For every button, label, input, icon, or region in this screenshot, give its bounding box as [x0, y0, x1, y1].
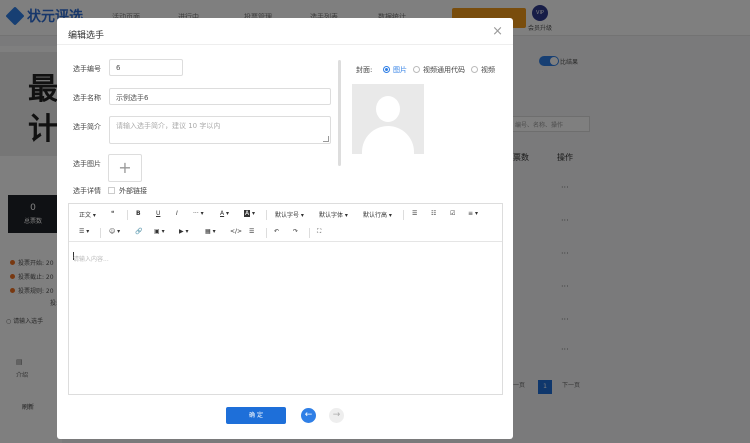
- cover-label: 封面:: [356, 66, 373, 74]
- image-upload-button[interactable]: +: [108, 154, 142, 182]
- undo-icon[interactable]: ↶: [274, 228, 279, 235]
- align-icon[interactable]: ≡ ▾: [468, 210, 478, 217]
- prev-arrow-icon[interactable]: ←: [301, 408, 316, 423]
- avatar-body-icon: [362, 126, 414, 154]
- next-arrow-icon[interactable]: →: [329, 408, 344, 423]
- link-icon[interactable]: 🔗: [135, 228, 142, 235]
- font-family-select[interactable]: 默认字体 ▾: [319, 210, 348, 219]
- indent-icon[interactable]: ☰ ▾: [79, 228, 89, 235]
- cover-radio-video-code[interactable]: [413, 66, 420, 73]
- table-icon[interactable]: ▦ ▾: [205, 228, 216, 235]
- bold-icon[interactable]: B: [136, 210, 141, 217]
- bullet-list-icon[interactable]: ☰: [412, 210, 417, 217]
- cover-radio-video[interactable]: [471, 66, 478, 73]
- paragraph-format-select[interactable]: 正文 ▾: [79, 210, 96, 219]
- fullscreen-icon[interactable]: ⛶: [317, 228, 321, 236]
- cover-option-video[interactable]: 视频: [481, 65, 495, 75]
- toolbar-divider: [266, 228, 267, 238]
- cover-option-image[interactable]: 图片: [393, 65, 407, 75]
- editor-placeholder[interactable]: 请输入内容...: [73, 254, 109, 263]
- detail-label: 选手详情: [73, 187, 101, 195]
- editor-toolbar: 正文 ▾ ❝ B U I ··· ▾ A ▾ A ▾ 默认字号 ▾ 默认字体 ▾…: [69, 204, 502, 242]
- divider-line-icon[interactable]: ☰: [249, 228, 254, 235]
- name-label: 选手名称: [73, 94, 101, 102]
- font-color-icon[interactable]: A ▾: [220, 210, 229, 217]
- form-scrollbar[interactable]: [338, 60, 341, 166]
- dialog-title: 编辑选手: [68, 31, 105, 41]
- divider: [57, 44, 513, 45]
- external-link-checkbox[interactable]: [108, 187, 115, 194]
- font-size-select[interactable]: 默认字号 ▾: [275, 210, 304, 219]
- intro-label: 选手简介: [73, 123, 101, 131]
- italic-icon[interactable]: I: [176, 210, 178, 217]
- external-link-label: 外部链接: [119, 187, 147, 195]
- underline-icon[interactable]: U: [156, 210, 160, 217]
- number-input[interactable]: 6: [109, 59, 183, 76]
- emoji-icon[interactable]: ☺ ▾: [109, 228, 120, 235]
- toolbar-divider: [100, 228, 101, 238]
- cover-radio-image[interactable]: [383, 66, 390, 73]
- code-icon[interactable]: </>: [230, 228, 242, 235]
- confirm-button[interactable]: 确 定: [226, 407, 286, 424]
- todo-list-icon[interactable]: ☑: [450, 210, 455, 217]
- numbered-list-icon[interactable]: ☷: [431, 210, 436, 217]
- more-format-icon[interactable]: ··· ▾: [193, 210, 204, 217]
- image-icon[interactable]: ▣ ▾: [154, 228, 165, 235]
- quote-icon[interactable]: ❝: [111, 210, 114, 217]
- redo-icon[interactable]: ↷: [293, 228, 298, 235]
- avatar-head-icon: [376, 96, 400, 122]
- cover-placeholder-avatar[interactable]: [352, 84, 424, 154]
- video-icon[interactable]: ▶ ▾: [179, 228, 189, 235]
- toolbar-divider: [266, 210, 267, 220]
- image-label: 选手图片: [73, 160, 101, 168]
- close-icon[interactable]: ×: [492, 24, 503, 39]
- edit-contestant-dialog: 编辑选手 × 选手编号 6 选手名称 示例选手6 选手简介 请输入选手简介，建议…: [57, 18, 513, 439]
- line-height-select[interactable]: 默认行高 ▾: [363, 210, 392, 219]
- number-label: 选手编号: [73, 65, 101, 73]
- rich-text-editor[interactable]: 正文 ▾ ❝ B U I ··· ▾ A ▾ A ▾ 默认字号 ▾ 默认字体 ▾…: [68, 203, 503, 395]
- toolbar-divider: [127, 210, 128, 220]
- toolbar-divider: [309, 228, 310, 238]
- toolbar-divider: [403, 210, 404, 220]
- name-input[interactable]: 示例选手6: [109, 88, 331, 105]
- cover-option-video-code[interactable]: 视频通用代码: [423, 65, 465, 75]
- intro-textarea[interactable]: 请输入选手简介，建议 10 字以内: [109, 116, 331, 144]
- background-color-icon[interactable]: A ▾: [244, 210, 255, 217]
